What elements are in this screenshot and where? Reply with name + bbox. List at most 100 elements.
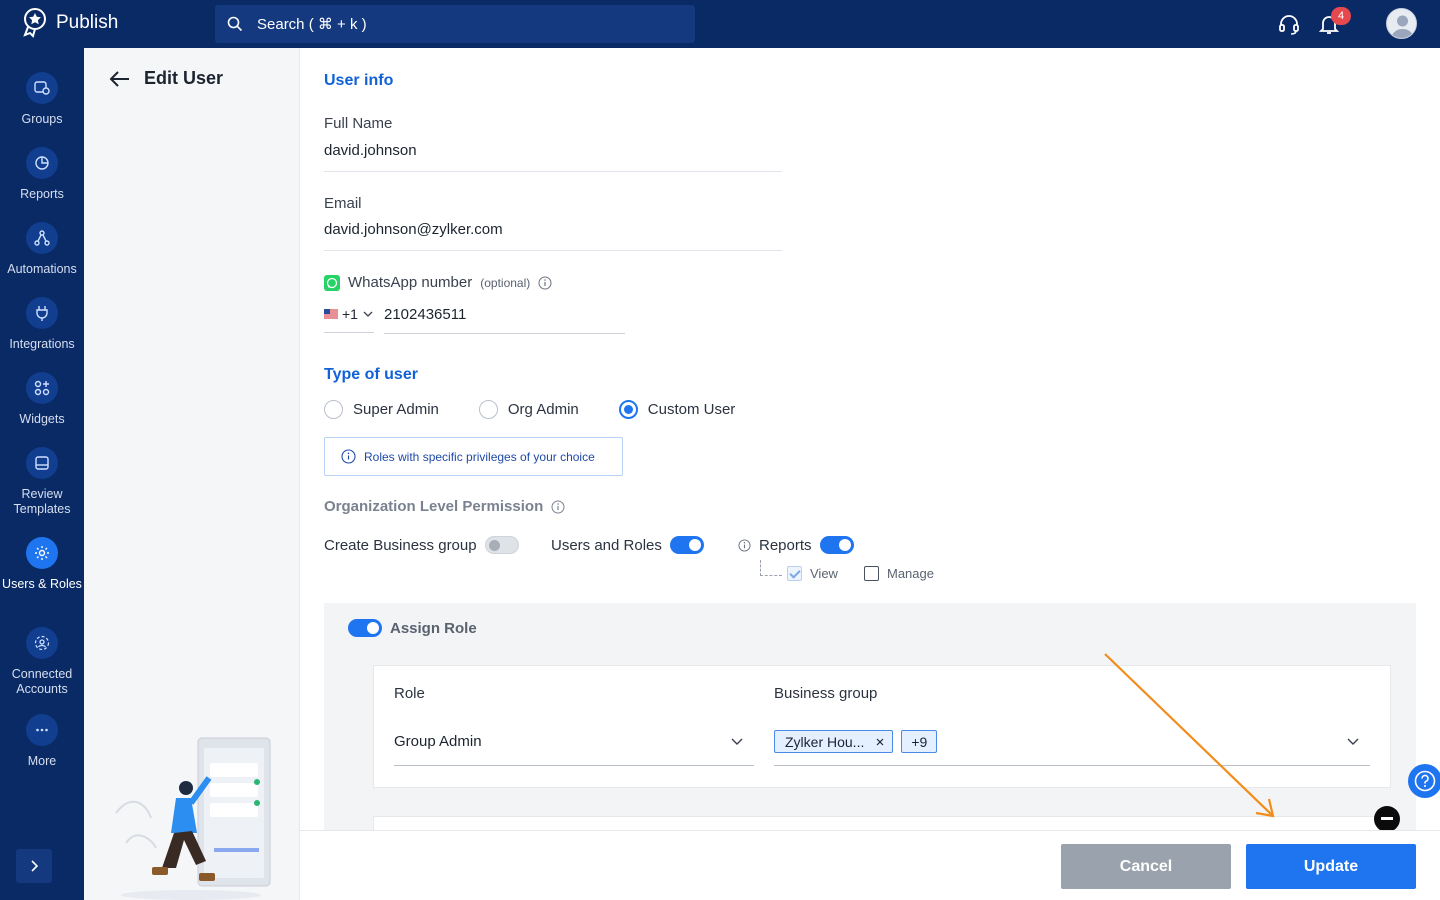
section-title-user-type: Type of user — [324, 366, 418, 383]
top-bar: Publish Search ( ⌘ + k ) 4 — [0, 0, 1440, 48]
sidebar-item-reports[interactable]: Reports — [0, 147, 84, 202]
info-icon[interactable] — [738, 538, 751, 552]
cancel-button[interactable]: Cancel — [1061, 844, 1231, 889]
groups-icon — [34, 81, 50, 95]
org-permission-header: Organization Level Permission — [324, 498, 565, 515]
reports-toggle[interactable] — [819, 536, 854, 554]
chevron-down-icon — [363, 311, 373, 317]
sidebar-item-label: Integrations — [9, 337, 75, 351]
optional-label: (optional) — [480, 275, 531, 290]
permission-label: Reports — [759, 536, 812, 554]
us-flag-icon — [324, 309, 338, 319]
main-content: User info Full Name david.johnson Email … — [300, 48, 1440, 836]
country-code: +1 — [342, 306, 358, 322]
app-brand[interactable]: Publish — [22, 8, 118, 38]
illustration-image — [115, 737, 271, 900]
help-button[interactable] — [1408, 764, 1440, 798]
minus-icon — [1381, 817, 1393, 820]
view-label: View — [810, 566, 838, 581]
sidebar-item-label: Widgets — [19, 412, 65, 426]
info-icon[interactable] — [538, 276, 552, 290]
radio-org-admin[interactable]: Org Admin — [478, 400, 579, 419]
question-icon — [1414, 770, 1436, 792]
sidebar-item-label: Groups — [21, 112, 63, 126]
manage-checkbox-row[interactable]: Manage — [864, 566, 934, 581]
sidebar-item-automations[interactable]: Automations — [0, 222, 84, 277]
radio-super-admin[interactable]: Super Admin — [324, 400, 439, 419]
chevron-down-icon — [731, 738, 743, 745]
page-header: Edit User — [108, 68, 223, 89]
tree-connector — [760, 560, 782, 576]
sidebar-item-groups[interactable]: Groups — [0, 72, 84, 127]
business-group-chip[interactable]: Zylker Hou... — [774, 730, 894, 753]
sidebar-item-more[interactable]: More — [0, 714, 84, 769]
assign-role-toggle[interactable] — [348, 619, 382, 637]
notification-badge: 4 — [1331, 7, 1351, 25]
widgets-icon — [34, 380, 50, 396]
email-label: Email — [324, 195, 362, 212]
sidebar-item-review-templates[interactable]: Review Templates — [0, 447, 84, 517]
headset-icon[interactable] — [1277, 12, 1301, 36]
radio-custom-user[interactable]: Custom User — [618, 400, 736, 419]
sidebar-item-connected-accounts[interactable]: Connected Accounts — [0, 627, 84, 697]
app-name: Publish — [56, 12, 119, 33]
whatsapp-label-row: WhatsApp number (optional) — [324, 274, 552, 291]
expand-sidebar-button[interactable] — [16, 849, 52, 883]
user-type-hint: Roles with specific privileges of your c… — [324, 437, 623, 476]
full-name-field[interactable]: david.johnson — [324, 142, 782, 172]
left-panel: Edit User — [84, 48, 300, 900]
manage-checkbox[interactable] — [864, 566, 879, 581]
close-icon[interactable] — [876, 738, 884, 746]
users-and-roles-toggle[interactable] — [669, 536, 704, 554]
connected-accounts-icon — [34, 635, 50, 651]
whatsapp-label: WhatsApp number — [348, 274, 473, 291]
more-chips-badge[interactable]: +9 — [901, 730, 938, 753]
search-placeholder: Search ( ⌘ + k ) — [257, 16, 367, 33]
phone-row: +1 2102436511 — [324, 306, 625, 334]
info-icon[interactable] — [551, 500, 565, 514]
view-checkbox-row[interactable]: View — [787, 566, 838, 581]
sidebar-item-label: Reports — [20, 187, 64, 201]
footer-bar: Cancel Update — [300, 830, 1440, 900]
country-code-select[interactable]: +1 — [324, 306, 374, 333]
permission-label: Users and Roles — [551, 536, 662, 554]
publish-logo-icon — [23, 8, 46, 38]
user-type-radio-group: Super Admin Org Admin Custom User — [324, 400, 735, 419]
view-checkbox[interactable] — [787, 566, 802, 581]
remove-row-button[interactable] — [1374, 806, 1400, 832]
business-group-label: Business group — [774, 685, 878, 702]
hint-text: Roles with specific privileges of your c… — [364, 449, 595, 464]
phone-input[interactable]: 2102436511 — [384, 306, 625, 334]
review-templates-icon — [35, 456, 49, 470]
user-avatar[interactable] — [1386, 8, 1417, 39]
side-nav: Groups Reports Automations Integrations … — [0, 48, 84, 900]
reports-icon — [35, 156, 49, 170]
sidebar-item-users-roles[interactable]: Users & Roles — [0, 537, 84, 592]
sidebar-item-label: Connected Accounts — [11, 667, 73, 696]
email-field[interactable]: david.johnson@zylker.com — [324, 221, 782, 251]
automations-icon — [34, 230, 50, 246]
sidebar-item-label: Automations — [7, 262, 77, 276]
assign-role-title: Assign Role — [390, 619, 477, 637]
business-group-select[interactable]: Zylker Hou... +9 — [774, 718, 1370, 766]
sidebar-item-widgets[interactable]: Widgets — [0, 372, 84, 427]
permission-users-and-roles: Users and Roles — [551, 536, 704, 554]
update-button[interactable]: Update — [1246, 844, 1416, 889]
more-icon — [36, 728, 48, 732]
radio-label: Org Admin — [507, 401, 579, 418]
radio-label: Custom User — [647, 401, 736, 418]
sidebar-item-integrations[interactable]: Integrations — [0, 297, 84, 352]
page-title: Edit User — [144, 68, 224, 88]
integrations-icon — [36, 306, 48, 321]
role-select[interactable]: Group Admin — [394, 718, 754, 766]
permission-reports: Reports — [738, 536, 854, 554]
create-business-group-toggle[interactable] — [484, 536, 519, 554]
chevron-down-icon — [1347, 738, 1359, 745]
info-icon — [341, 449, 356, 464]
section-title-user-info: User info — [324, 72, 394, 89]
full-name-label: Full Name — [324, 115, 393, 132]
search-bar[interactable]: Search ( ⌘ + k ) — [215, 5, 695, 43]
manage-label: Manage — [887, 566, 934, 581]
back-arrow-icon[interactable] — [108, 70, 130, 88]
whatsapp-icon — [324, 274, 340, 291]
